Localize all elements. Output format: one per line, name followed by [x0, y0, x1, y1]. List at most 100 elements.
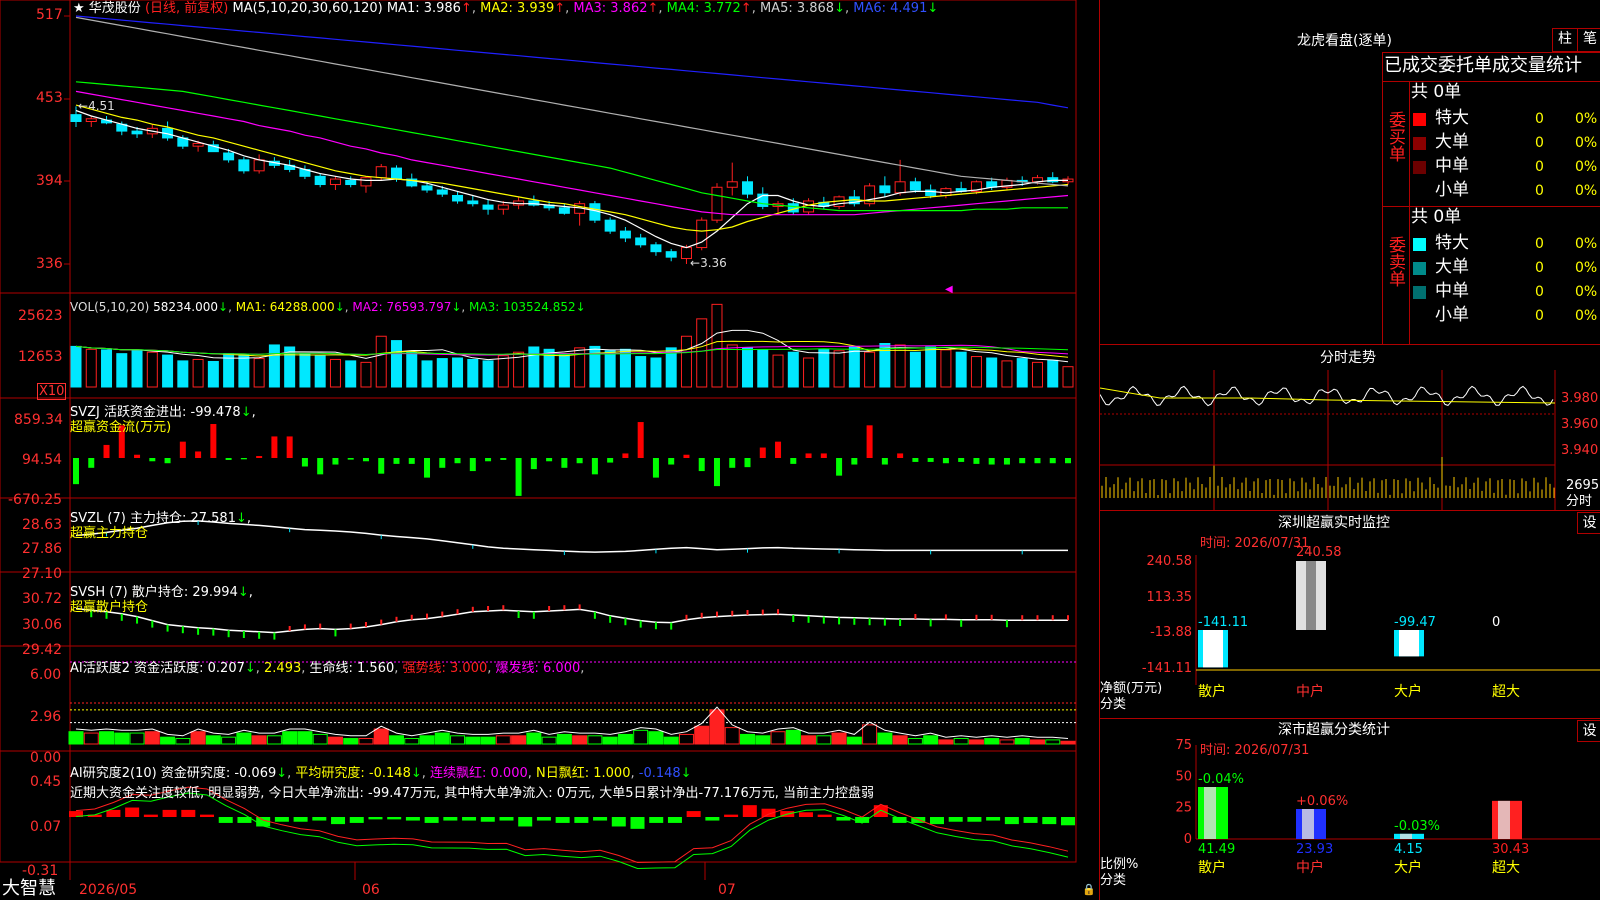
marker-triangle: ◀: [945, 284, 953, 295]
volume-bar: [70, 345, 82, 388]
activity-bar: [923, 735, 939, 745]
fund-flow-bar: [485, 458, 492, 462]
volume-bar: [757, 349, 769, 388]
ai2-label: AI研究度2(10) 资金研究度: -0.069: [70, 766, 277, 781]
fund-flow-bar: [500, 458, 507, 460]
classify-value-label: 23.93: [1296, 842, 1333, 857]
lhb-row-percent: 0%: [1575, 308, 1598, 324]
brand-logo[interactable]: 大智慧: [2, 880, 56, 898]
volume-bar: [650, 357, 662, 388]
kline-svg[interactable]: ◀: [0, 0, 1100, 900]
volume-bar: [1016, 358, 1028, 388]
fund-flow-bar: [225, 458, 232, 460]
research-bar: [368, 817, 383, 820]
activity-bar: [801, 735, 817, 745]
lhb-row-value: 0: [1535, 183, 1544, 199]
activity-bar: [434, 732, 450, 745]
research-bar: [274, 817, 289, 822]
research-avg-line: [75, 792, 1069, 870]
classify-axis-label: 75: [1175, 738, 1192, 753]
activity-bar: [755, 735, 771, 745]
volume-bar: [726, 344, 738, 388]
fund-flow-bar: [805, 453, 812, 458]
volume-bar: [268, 344, 280, 388]
volume-bar: [604, 350, 616, 388]
activity-bar: [511, 735, 527, 745]
activity-bar: [938, 739, 954, 745]
volume-bar: [742, 347, 754, 388]
volume-bar: [177, 360, 189, 388]
research-bar: [1004, 817, 1019, 825]
fund-flow-bar: [256, 456, 263, 458]
activity-bar: [556, 733, 572, 745]
lhb-bar-button[interactable]: 柱: [1552, 28, 1578, 52]
fenshi-svg[interactable]: [1100, 370, 1600, 510]
volume-bar: [833, 350, 845, 388]
fund-flow-bar: [134, 454, 141, 458]
monitor-axis-label: 113.35: [1147, 590, 1193, 605]
fund-flow-bar: [927, 458, 934, 462]
ai2-value5: -0.148: [638, 766, 681, 781]
research-bar: [312, 817, 327, 821]
volume-bar: [207, 360, 219, 388]
candle-body: [253, 159, 265, 172]
fenshi-axis-label: 3.960: [1561, 417, 1599, 432]
lhb-row-swatch: [1413, 161, 1426, 174]
candle-body: [635, 237, 647, 246]
research-bar: [630, 817, 645, 829]
fund-flow-bar: [424, 458, 431, 478]
monitor-axis-label: -13.88: [1150, 625, 1192, 640]
research-bar: [1042, 817, 1057, 825]
monitor-value-label: -99.47: [1394, 615, 1436, 630]
research-bar: [649, 817, 664, 823]
ai2-nday-red: N日飘红: 1.000: [536, 766, 631, 781]
lhb-title: 龙虎看盘(逐单): [1297, 33, 1392, 49]
fenshi-unit: 分时: [1566, 494, 1593, 509]
panel-frame: [0, 571, 1077, 647]
activity-bar: [388, 735, 404, 745]
monitor-axis-label: 240.58: [1147, 554, 1193, 569]
research-bar: [349, 817, 364, 823]
activity-bar: [572, 735, 588, 745]
fund-flow-bar: [668, 458, 675, 465]
lock-icon[interactable]: 🔒: [1082, 884, 1096, 895]
vol-unit-badge: X10: [37, 383, 67, 400]
svzj-axis-label: 94.54: [22, 452, 63, 468]
monitor-chart-svg[interactable]: 240.58 113.35 -13.88 -141.11 -141.11 散户 240.58…: [1100, 510, 1600, 710]
vol-label: VOL(5,10,20): [70, 300, 150, 314]
lhb-tick-button[interactable]: 笔: [1577, 28, 1600, 52]
panel-frame: [0, 497, 1077, 573]
main-low-mark: ←3.36: [690, 256, 727, 270]
period-label: (日线, 前复权): [144, 1, 229, 16]
activity-bar: [678, 733, 694, 745]
fund-flow-bar: [698, 458, 705, 472]
candle-body: [314, 175, 326, 186]
activity-bar: [282, 731, 298, 745]
activity-bar: [419, 735, 435, 745]
main-axis-label: 336: [36, 256, 63, 272]
activity-bar: [343, 738, 359, 745]
fund-flow-bar: [958, 458, 965, 462]
activity-bar: [221, 736, 237, 745]
ai1-axis-label: 0.00: [30, 750, 62, 766]
volume-bar: [696, 318, 708, 388]
ma-line: [75, 15, 1069, 109]
volume-bar: [558, 354, 570, 388]
lhb-row-name: 大单: [1435, 132, 1469, 152]
ai2-axis-label: 0.45: [30, 774, 62, 790]
volume-bar: [1062, 366, 1074, 388]
activity-bar: [266, 735, 282, 745]
chart-area[interactable]: ◀ ★ 华茂股份 (日线, 前复权) MA(5,10,20,30,60,120)…: [0, 0, 1100, 900]
candle-body: [131, 130, 143, 135]
classify-category-label: 散户: [1198, 859, 1226, 876]
classify-chart-svg[interactable]: 75 50 25 0 -0.04% 41.49 散户 +0.06% 23.93 中户 -0.03% 4…: [1100, 718, 1600, 900]
volume-bar: [101, 349, 113, 388]
lhb-row-name: 中单: [1435, 156, 1469, 176]
fund-flow-bar: [149, 458, 156, 462]
activity-bar: [373, 728, 389, 745]
lhb-row-percent: 0%: [1575, 284, 1598, 300]
vol-axis-label: 12653: [18, 349, 63, 365]
favorite-star-icon[interactable]: ★: [73, 1, 85, 16]
lhb-row-swatch: [1413, 286, 1426, 299]
lhb-sell-total: 共 0单: [1411, 207, 1462, 227]
